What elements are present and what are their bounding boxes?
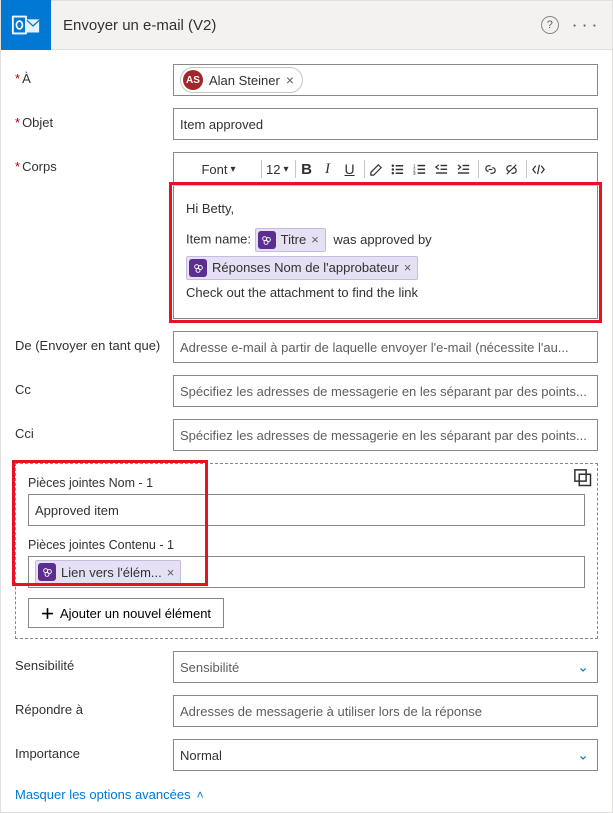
replyto-label: Répondre à	[15, 695, 173, 717]
to-input[interactable]: AS Alan Steiner ×	[173, 64, 598, 96]
more-menu-icon[interactable]: · · ·	[573, 18, 598, 33]
token-label: Réponses Nom de l'approbateur	[212, 257, 399, 279]
remove-token-icon[interactable]: ×	[311, 229, 319, 251]
dynamic-token-itemlink[interactable]: Lien vers l'élém... ×	[35, 560, 181, 584]
attachment-name-input[interactable]: Approved item	[28, 494, 585, 526]
font-select[interactable]: Font	[180, 157, 258, 181]
plus-icon	[41, 607, 54, 620]
sharepoint-token-icon	[38, 563, 56, 581]
body-text: Item name:	[186, 232, 251, 247]
font-size-select[interactable]: 12	[261, 160, 292, 178]
bcc-input[interactable]: Spécifiez les adresses de messagerie en …	[173, 419, 598, 451]
add-attachment-label: Ajouter un nouvel élément	[60, 606, 211, 621]
body-editor[interactable]: Hi Betty, Item name: Titre × was approve…	[173, 186, 598, 319]
replyto-input[interactable]: Adresses de messagerie à utiliser lors d…	[173, 695, 598, 727]
remove-token-icon[interactable]: ×	[167, 565, 175, 580]
dynamic-token-approver[interactable]: Réponses Nom de l'approbateur ×	[186, 256, 418, 280]
subject-value: Item approved	[180, 117, 263, 132]
recipient-chip[interactable]: AS Alan Steiner ×	[180, 67, 303, 93]
body-label: *Corps	[15, 152, 173, 174]
chevron-up-icon: ˄	[197, 788, 204, 802]
outlook-icon	[1, 0, 51, 50]
importance-select[interactable]: Normal ⌄	[173, 739, 598, 771]
attachment-content-label: Pièces jointes Contenu - 1	[28, 538, 585, 552]
body-line-greeting: Hi Betty,	[186, 198, 585, 220]
from-input[interactable]: Adresse e-mail à partir de laquelle envo…	[173, 331, 598, 363]
bcc-label: Cci	[15, 419, 173, 441]
from-placeholder: Adresse e-mail à partir de laquelle envo…	[180, 340, 569, 355]
svg-text:3: 3	[413, 171, 416, 176]
add-attachment-button[interactable]: Ajouter un nouvel élément	[28, 598, 224, 628]
unlink-icon[interactable]	[501, 156, 523, 182]
edit-pencil-icon[interactable]	[364, 160, 387, 178]
replyto-placeholder: Adresses de messagerie à utiliser lors d…	[180, 704, 482, 719]
attachment-name-label: Pièces jointes Nom - 1	[28, 476, 585, 490]
action-header: Envoyer un e-mail (V2) ? · · ·	[0, 0, 613, 50]
subject-label: *Objet	[15, 108, 173, 130]
token-label: Titre	[281, 229, 307, 251]
importance-label: Importance	[15, 739, 173, 761]
bullet-list-icon[interactable]	[387, 156, 409, 182]
attachments-group: Pièces jointes Nom - 1 Approved item Piè…	[15, 463, 598, 639]
cc-label: Cc	[15, 375, 173, 397]
rte-toolbar: Font 12 B I U 123	[173, 152, 598, 186]
sharepoint-token-icon	[189, 259, 207, 277]
body-line-3: Check out the attachment to find the lin…	[186, 282, 585, 304]
sensitivity-select[interactable]: Sensibilité ⌄	[173, 651, 598, 683]
importance-value: Normal	[180, 748, 222, 763]
token-label: Lien vers l'élém...	[61, 565, 162, 580]
action-title: Envoyer un e-mail (V2)	[51, 17, 541, 34]
attachment-content-input[interactable]: Lien vers l'élém... ×	[28, 556, 585, 588]
cc-placeholder: Spécifiez les adresses de messagerie en …	[180, 384, 587, 399]
from-label: De (Envoyer en tant que)	[15, 331, 173, 353]
attachment-name-value: Approved item	[35, 503, 119, 518]
chevron-down-icon: ⌄	[577, 747, 589, 764]
recipient-name: Alan Steiner	[209, 73, 280, 88]
sensitivity-placeholder: Sensibilité	[180, 660, 239, 675]
remove-recipient-icon[interactable]: ×	[286, 72, 294, 88]
code-view-icon[interactable]	[526, 160, 549, 178]
bcc-placeholder: Spécifiez les adresses de messagerie en …	[180, 428, 587, 443]
hide-advanced-label: Masquer les options avancées	[15, 787, 191, 802]
to-label: *À	[15, 64, 173, 86]
avatar: AS	[183, 70, 203, 90]
outdent-icon[interactable]	[431, 156, 453, 182]
chevron-down-icon: ⌄	[577, 659, 589, 676]
sensitivity-label: Sensibilité	[15, 651, 173, 673]
remove-token-icon[interactable]: ×	[404, 257, 412, 279]
bold-button[interactable]: B	[295, 160, 317, 178]
help-icon[interactable]: ?	[541, 16, 559, 34]
link-icon[interactable]	[478, 160, 501, 178]
subject-input[interactable]: Item approved	[173, 108, 598, 140]
outlook-app-icon	[11, 10, 41, 40]
underline-button[interactable]: U	[339, 156, 361, 182]
cc-input[interactable]: Spécifiez les adresses de messagerie en …	[173, 375, 598, 407]
numbered-list-icon[interactable]: 123	[409, 156, 431, 182]
hide-advanced-link[interactable]: Masquer les options avancées ˄	[15, 787, 204, 802]
sharepoint-token-icon	[258, 231, 276, 249]
italic-button[interactable]: I	[317, 156, 339, 182]
body-text: was approved by	[333, 232, 431, 247]
dynamic-token-title[interactable]: Titre ×	[255, 228, 326, 252]
indent-icon[interactable]	[453, 156, 475, 182]
